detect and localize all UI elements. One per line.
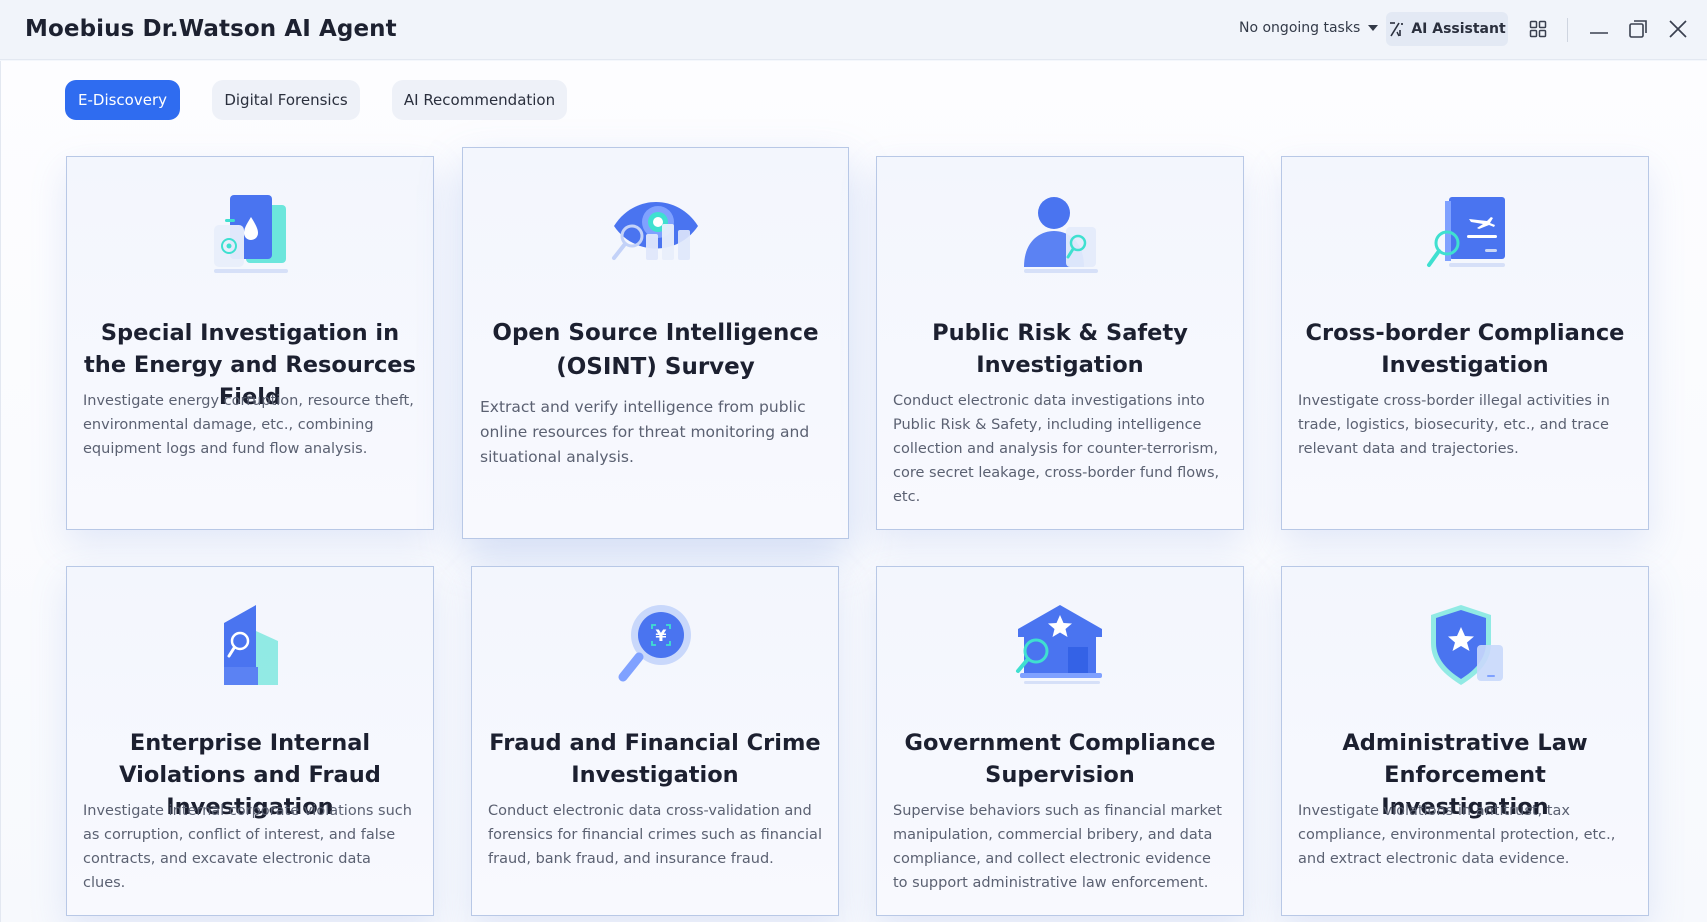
card-government-compliance[interactable]: Government Compliance Supervision Superv… [876,566,1244,916]
card-title: Public Risk & Safety Investigation [932,320,1188,378]
tab-digital-forensics[interactable]: Digital Forensics [212,80,360,120]
tasks-dropdown[interactable]: No ongoing tasks [1239,20,1379,36]
card-administrative-law-enforcement[interactable]: Administrative Law Enforcement Investiga… [1281,566,1649,916]
card-title: Fraud and Financial Crime Investigation [489,730,821,788]
card-title: Government Compliance Supervision [904,730,1216,788]
caret-down-icon [1368,25,1379,31]
tab-ai-recommendation[interactable]: AI Recommendation [392,80,567,120]
card-title: Cross-border Compliance Investigation [1305,320,1625,378]
app-title: Moebius Dr.Watson AI Agent [25,16,397,42]
card-description: Conduct electronic data cross-validation… [488,803,822,867]
svg-text:¥: ¥ [655,626,666,645]
eye-search-icon [611,202,698,260]
ai-assistant-button[interactable]: AI Assistant [1386,12,1508,46]
card-public-risk-safety[interactable]: Public Risk & Safety Investigation Condu… [876,156,1244,530]
tab-e-discovery[interactable]: E-Discovery [65,80,180,120]
card-cross-border-compliance[interactable]: Cross-border Compliance Investigation In… [1281,156,1649,530]
tasks-label: No ongoing tasks [1239,20,1361,36]
card-enterprise-internal-violations[interactable]: Enterprise Internal Violations and Fraud… [66,566,434,916]
flight-document-icon [1427,197,1505,267]
ai-assistant-label: AI Assistant [1411,21,1506,37]
yuan-magnifier-icon: ¥ [618,605,691,682]
restore-window-icon[interactable] [1625,16,1651,42]
card-fraud-financial-crime[interactable]: ¥ Fraud and Financial Crime Investigatio… [471,566,839,916]
ai-sparkle-icon [1390,21,1404,36]
shield-star-icon [1431,605,1503,685]
card-description: Supervise behaviors such as financial ma… [893,803,1222,891]
card-description: Investigate violations in antitrust, tax… [1298,803,1616,867]
person-search-icon [1024,197,1098,273]
card-description: Conduct electronic data investigations i… [893,393,1220,505]
close-icon[interactable] [1665,16,1691,42]
building-search-icon [224,605,278,685]
government-star-icon [1016,605,1102,684]
energy-document-icon [214,195,288,273]
card-title: Open Source Intelligence (OSINT) Survey [492,320,819,380]
minimize-icon[interactable] [1586,16,1612,42]
toolbar-divider [1567,18,1568,42]
card-description: Investigate energy corruption, resource … [83,393,414,457]
main-content: E-Discovery Digital Forensics AI Recomme… [0,61,1707,922]
card-description: Investigate internal corporate violation… [83,803,412,891]
card-energy-resources[interactable]: Special Investigation in the Energy and … [66,156,434,530]
card-osint-survey[interactable]: Open Source Intelligence (OSINT) Survey … [462,147,849,539]
card-description: Extract and verify intelligence from pub… [480,398,810,466]
card-description: Investigate cross-border illegal activit… [1298,393,1610,457]
grid-apps-icon[interactable] [1525,16,1551,42]
title-bar: Moebius Dr.Watson AI Agent No ongoing ta… [0,0,1707,60]
